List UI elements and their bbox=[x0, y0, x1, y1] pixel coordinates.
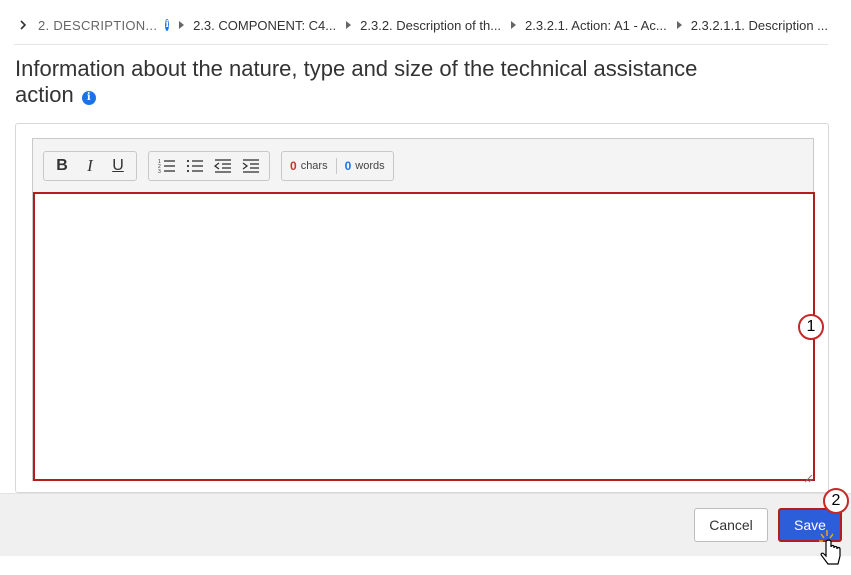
breadcrumb-item-component[interactable]: 2.3. COMPONENT: C4... bbox=[193, 18, 336, 33]
list-group: 1 2 3 bbox=[148, 151, 270, 181]
breadcrumb-separator-icon bbox=[179, 21, 185, 29]
bullet-list-icon[interactable] bbox=[181, 155, 209, 177]
ordered-list-icon[interactable]: 1 2 3 bbox=[153, 155, 181, 177]
underline-button[interactable]: U bbox=[104, 155, 132, 177]
editor-toolbar: B I U 1 2 3 0 chars 0 words bbox=[43, 151, 405, 181]
editor-card: B I U 1 2 3 0 chars 0 words bbox=[15, 123, 829, 493]
breadcrumb-separator-icon bbox=[346, 21, 352, 29]
svg-text:3: 3 bbox=[158, 169, 161, 174]
outdent-icon[interactable] bbox=[209, 155, 237, 177]
chars-count: 0 bbox=[290, 159, 297, 173]
chars-label: chars bbox=[300, 160, 328, 172]
breadcrumb-item-description[interactable]: 2. DESCRIPTION... bbox=[38, 18, 157, 33]
info-icon[interactable]: i bbox=[165, 19, 170, 31]
chevron-right-icon[interactable] bbox=[18, 20, 28, 30]
words-label: words bbox=[355, 160, 385, 172]
description-textarea[interactable] bbox=[33, 192, 815, 481]
footer-bar: Cancel Save bbox=[0, 493, 851, 556]
breadcrumb-item-current[interactable]: 2.3.2.1.1. Description ... bbox=[691, 18, 828, 33]
info-icon[interactable]: i bbox=[81, 91, 96, 105]
page-title-text: Information about the nature, type and s… bbox=[15, 56, 698, 107]
cancel-button[interactable]: Cancel bbox=[694, 508, 768, 542]
hand-pointer-icon bbox=[818, 528, 850, 575]
page-title: Information about the nature, type and s… bbox=[15, 56, 735, 108]
italic-button[interactable]: I bbox=[76, 155, 104, 177]
rich-text-editor: B I U 1 2 3 0 chars 0 words bbox=[32, 138, 815, 483]
character-counter: 0 chars 0 words bbox=[281, 151, 394, 181]
callout-1: 1 bbox=[798, 314, 824, 340]
breadcrumb-separator-icon bbox=[511, 21, 517, 29]
breadcrumb-item-action[interactable]: 2.3.2.1. Action: A1 - Ac... bbox=[525, 18, 667, 33]
breadcrumb: 2. DESCRIPTION... i 2.3. COMPONENT: C4..… bbox=[14, 6, 828, 45]
resize-handle-icon[interactable] bbox=[804, 470, 813, 483]
format-group: B I U bbox=[43, 151, 137, 181]
indent-icon[interactable] bbox=[237, 155, 265, 177]
counter-divider bbox=[335, 158, 337, 174]
words-count: 0 bbox=[344, 159, 352, 173]
breadcrumb-separator-icon bbox=[676, 21, 682, 29]
breadcrumb-item-description-of[interactable]: 2.3.2. Description of th... bbox=[360, 18, 501, 33]
callout-2: 2 bbox=[823, 488, 849, 514]
bold-button[interactable]: B bbox=[48, 155, 76, 177]
